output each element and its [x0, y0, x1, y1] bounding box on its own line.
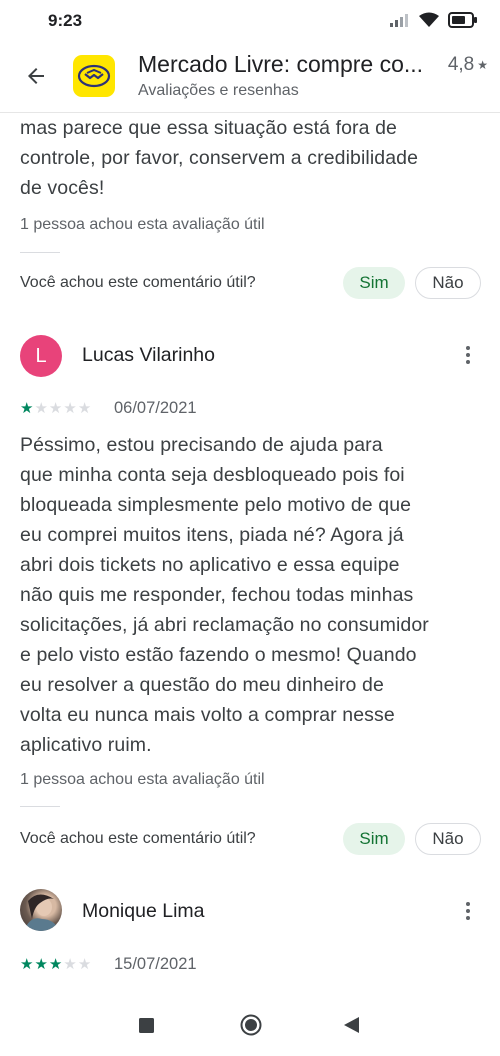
back-button[interactable]	[18, 58, 54, 94]
review-line: Péssimo, estou precisando de ajuda para	[20, 434, 383, 456]
more-vert-icon	[466, 346, 470, 350]
star-icon: ★	[77, 400, 92, 417]
app-logo	[73, 55, 115, 97]
profile-photo-icon	[24, 894, 60, 931]
wifi-icon	[419, 12, 439, 27]
avatar	[20, 889, 62, 931]
review-date: 06/07/2021	[114, 399, 197, 417]
helpful-yes-button[interactable]: Sim	[343, 823, 405, 855]
helpful-no-button[interactable]: Não	[415, 823, 481, 855]
review-line: não quis me responder, fechou todas minh…	[20, 584, 414, 606]
reviewer-name: Monique Lima	[82, 900, 205, 922]
handshake-icon	[77, 64, 111, 88]
more-vert-icon-dot	[466, 909, 470, 913]
back-nav-button[interactable]	[344, 1017, 359, 1038]
helpful-no-button[interactable]: Não	[415, 267, 481, 299]
triangle-back-icon	[344, 1017, 359, 1033]
review-line: controle, por favor, conservem a credibi…	[20, 147, 419, 169]
star-icon: ★	[77, 956, 92, 973]
more-vert-icon-dot	[466, 916, 470, 920]
helpful-count: 1 pessoa achou esta avaliação útil	[20, 216, 265, 233]
helpful-yes-button[interactable]: Sim	[343, 267, 405, 299]
review-line: solicitações, já abri reclamação no cons…	[20, 614, 429, 636]
helpful-question: Você achou este comentário útil?	[20, 274, 256, 291]
more-vert-icon-dot	[466, 360, 470, 364]
review-line: e pelo visto estão fazendo o mesmo! Quan…	[20, 644, 417, 666]
avatar-letter: L	[35, 344, 47, 367]
review-line: volta eu nunca mais volto a comprar ness…	[20, 704, 395, 726]
status-time: 9:23	[48, 11, 83, 30]
divider	[20, 806, 60, 807]
more-vert-icon	[466, 902, 470, 906]
review-line: de vocês!	[20, 177, 105, 199]
helpful-count: 1 pessoa achou esta avaliação útil	[20, 771, 265, 788]
star-icon: ★	[48, 956, 63, 973]
review-date: 15/07/2021	[114, 955, 197, 973]
review-line: abri dois tickets no aplicativo e essa e…	[20, 554, 400, 576]
star-icon: ★	[20, 956, 34, 973]
system-nav-bar	[0, 998, 500, 1056]
star-icon: ★	[48, 400, 63, 417]
battery-icon	[448, 12, 477, 28]
rating-star-icon: ★	[477, 58, 488, 72]
more-options-button[interactable]	[456, 899, 480, 923]
avatar: L	[20, 335, 62, 377]
status-bar: 9:23	[0, 0, 500, 44]
review-text: Péssimo, estou precisando de ajuda para …	[20, 430, 480, 760]
signal-icon	[390, 14, 408, 27]
review-line: eu resolver a questão do meu dinheiro de	[20, 674, 384, 696]
rating-value: 4,8	[447, 54, 475, 75]
recents-button[interactable]	[139, 1018, 154, 1038]
previous-review-text: mas parece que essa situação está fora d…	[20, 113, 480, 203]
star-icon: ★	[20, 400, 34, 417]
app-rating: 4,8 ★	[448, 54, 488, 76]
app-header: Mercado Livre: compre co... Avaliações e…	[0, 44, 500, 112]
star-icon: ★	[63, 956, 77, 973]
star-icon: ★	[34, 956, 48, 973]
page-subtitle: Avaliações e resenhas	[138, 82, 299, 99]
review-line: que minha conta seja desbloqueado pois f…	[20, 464, 405, 486]
star-rating: ★ ★ ★ ★ ★	[20, 957, 91, 972]
star-icon: ★	[63, 400, 77, 417]
status-icons	[390, 12, 478, 28]
review-line: aplicativo ruim.	[20, 734, 152, 756]
review-line: mas parece que essa situação está fora d…	[20, 117, 397, 139]
home-button[interactable]	[240, 1014, 262, 1041]
star-rating: ★ ★ ★ ★ ★	[20, 401, 91, 416]
reviews-screen: 9:23 Mercado Livre: compre co... Avaliaç…	[0, 0, 500, 1056]
app-title: Mercado Livre: compre co...	[138, 51, 424, 77]
square-icon	[139, 1018, 154, 1033]
more-vert-icon-dot	[466, 353, 470, 357]
divider	[20, 252, 60, 253]
star-icon: ★	[34, 400, 48, 417]
arrow-back-icon	[28, 68, 44, 84]
more-options-button[interactable]	[456, 343, 480, 367]
reviewer-name: Lucas Vilarinho	[82, 344, 215, 366]
home-circle-icon	[240, 1014, 262, 1036]
review-line: eu comprei muitos itens, piada né? Agora…	[20, 524, 404, 546]
review-line: bloqueada simplesmente pelo motivo de qu…	[20, 494, 412, 516]
helpful-question: Você achou este comentário útil?	[20, 830, 256, 847]
